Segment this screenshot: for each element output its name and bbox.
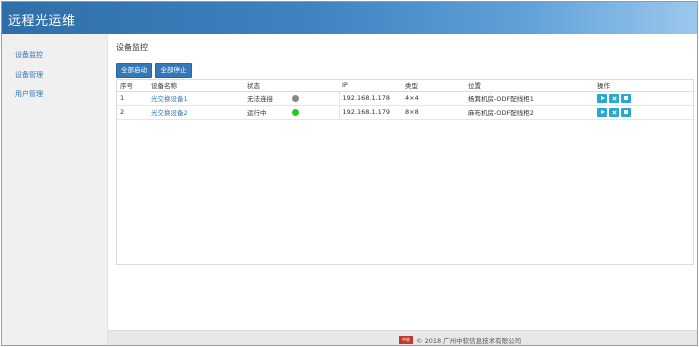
footer: 中软 © 2018 广州中软信息技术有限公司: [108, 330, 697, 345]
row-location: 杨箕机房-ODF配线柜1: [465, 91, 594, 106]
status-text: 运行中: [247, 109, 267, 117]
stop-all-button[interactable]: 全部停止: [155, 63, 192, 78]
main-content: 设备监控 全部启动 全部停止 序号 设备名称 状态 IP 类型 位置 操作 1 …: [108, 34, 697, 345]
column-header-location: 位置: [465, 80, 594, 92]
row-actions: [594, 105, 695, 120]
app-window: 远程光运维 设备监控 设备管理 用户管理 设备监控 全部启动 全部停止 序号 设…: [1, 1, 698, 346]
copyright-text: © 2018 广州中软信息技术有限公司: [416, 337, 522, 345]
status-text: 无法连接: [247, 95, 273, 103]
sidebar-item-device-management[interactable]: 设备管理: [15, 70, 43, 80]
status-dot-icon: [292, 108, 299, 116]
column-header-name: 设备名称: [148, 80, 244, 92]
close-icon[interactable]: [609, 107, 619, 117]
device-name-link[interactable]: 光交换设备1: [151, 95, 188, 103]
status-dot-icon: [292, 94, 299, 102]
column-header-type: 类型: [402, 80, 465, 92]
column-header-status: 状态: [244, 80, 339, 92]
table-row: 2 光交换设备2 运行中 192.168.1.179 8×8 麻布机房-ODF配…: [117, 105, 695, 120]
table-row: 1 光交换设备1 无法连接 192.168.1.178 4×4 杨箕机房-ODF…: [117, 91, 695, 106]
sidebar: 设备监控 设备管理 用户管理: [2, 34, 108, 345]
column-header-ip: IP: [339, 80, 402, 92]
row-ip: 192.168.1.179: [338, 105, 402, 120]
row-type: 8×8: [402, 105, 465, 120]
stop-icon[interactable]: [621, 93, 631, 103]
sidebar-item-device-monitor[interactable]: 设备监控: [15, 50, 43, 60]
close-icon[interactable]: [609, 93, 619, 103]
top-header: 远程光运维: [2, 2, 697, 34]
status-cell: 运行中: [244, 105, 339, 120]
row-index: 1: [117, 91, 148, 106]
app-title: 远程光运维: [8, 14, 76, 29]
row-index: 2: [117, 105, 148, 120]
row-location: 麻布机房-ODF配线柜2: [465, 105, 594, 120]
device-table: 序号 设备名称 状态 IP 类型 位置 操作 1 光交换设备1 无法连接 192…: [116, 79, 695, 265]
start-all-button[interactable]: 全部启动: [116, 63, 152, 78]
page-title: 设备监控: [116, 43, 148, 52]
company-logo: 中软: [399, 336, 413, 344]
row-type: 4×4: [402, 91, 465, 106]
row-ip: 192.168.1.178: [338, 91, 402, 106]
sidebar-item-user-management[interactable]: 用户管理: [15, 89, 43, 99]
stop-icon[interactable]: [621, 107, 631, 117]
column-header-actions: 操作: [594, 80, 695, 92]
play-icon[interactable]: [597, 93, 607, 103]
status-cell: 无法连接: [244, 91, 339, 106]
table-header-row: 序号 设备名称 状态 IP 类型 位置 操作: [117, 80, 695, 92]
device-name-link[interactable]: 光交换设备2: [151, 109, 188, 117]
footer-content: 中软 © 2018 广州中软信息技术有限公司: [399, 335, 521, 345]
play-icon[interactable]: [597, 107, 607, 117]
column-header-index: 序号: [117, 80, 148, 92]
row-actions: [594, 91, 695, 106]
